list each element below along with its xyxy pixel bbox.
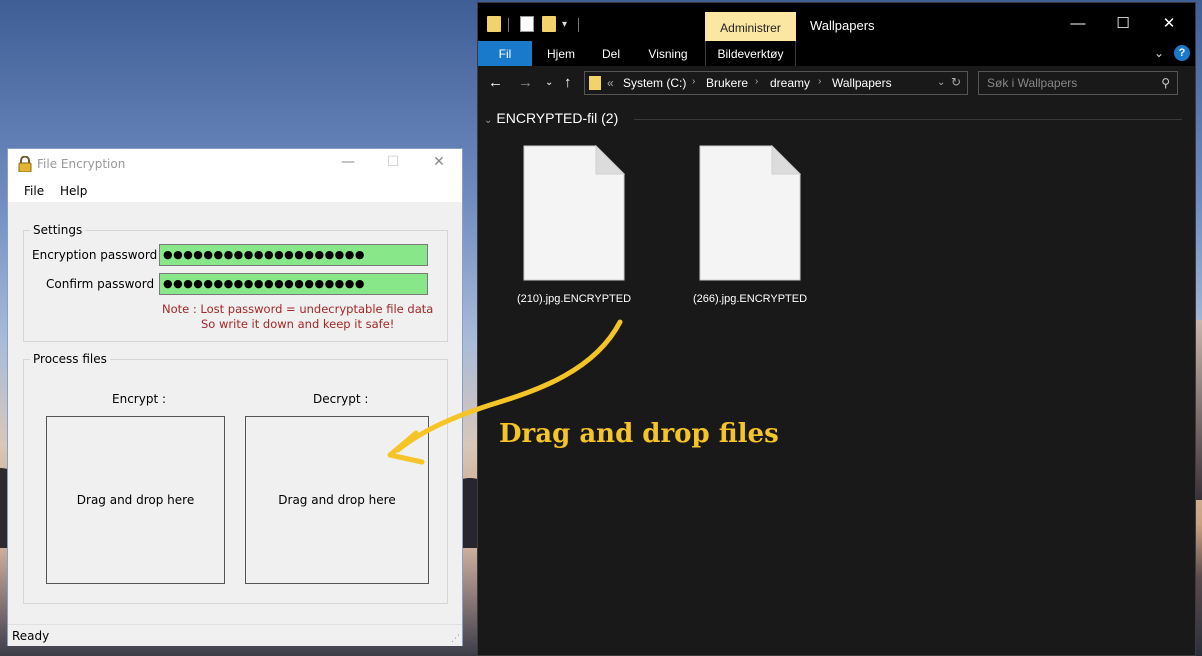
encrypt-drop-zone[interactable]: Drag and drop here — [46, 416, 225, 584]
warning-note-line1: Note : Lost password = undecryptable fil… — [162, 302, 434, 316]
menu-help[interactable]: Help — [60, 184, 87, 198]
address-row: ← → ⌄ ↑ « System (C:) › Brukere › dreamy… — [478, 66, 1195, 100]
maximize-icon[interactable]: ☐ — [1108, 13, 1138, 37]
file-item[interactable]: (210).jpg.ENCRYPTED — [504, 145, 644, 305]
breadcrumb-system[interactable]: System (C:) — [623, 76, 686, 90]
search-placeholder: Søk i Wallpapers — [987, 76, 1078, 90]
explorer-titlebar[interactable]: ▾ Administrer Wallpapers — ☐ ✕ — [478, 3, 1195, 41]
close-icon[interactable]: ✕ — [1154, 13, 1184, 37]
file-name: (266).jpg.ENCRYPTED — [692, 293, 808, 305]
resize-grip-icon[interactable]: ⋰ — [451, 634, 460, 644]
tab-administrer[interactable]: Administrer — [705, 12, 796, 41]
help-icon[interactable]: ? — [1174, 45, 1190, 61]
file-encryption-window: File Encryption — ☐ ✕ File Help Settings… — [7, 148, 463, 646]
ribbon-tabs: Fil Hjem Del Visning Bildeverktøy ⌄ ? — [478, 41, 1195, 66]
chevron-right-icon[interactable]: › — [755, 76, 758, 87]
tab-bildeverktoy[interactable]: Bildeverktøy — [705, 41, 796, 66]
close-icon[interactable]: ✕ — [424, 154, 454, 170]
chevron-down-icon[interactable]: ⌄ — [484, 115, 492, 126]
file-item[interactable]: (266).jpg.ENCRYPTED — [680, 145, 820, 305]
lock-icon — [18, 156, 32, 172]
process-files-legend: Process files — [30, 352, 110, 366]
document-icon — [699, 145, 801, 281]
breadcrumb-wallpapers[interactable]: Wallpapers — [832, 76, 892, 90]
folder-icon — [589, 76, 601, 90]
new-folder-icon[interactable] — [542, 16, 556, 32]
encryption-password-field[interactable]: ●●●●●●●●●●●●●●●●●●●● — [159, 244, 428, 266]
decrypt-drop-zone[interactable]: Drag and drop here — [245, 416, 429, 584]
annotation-text: Drag and drop files — [499, 419, 779, 449]
breadcrumb-brukere[interactable]: Brukere — [706, 76, 748, 90]
menu-bar: File Help — [8, 180, 462, 202]
toolbar-separator — [578, 18, 579, 32]
status-bar: Ready ⋰ — [8, 624, 462, 646]
properties-icon[interactable] — [520, 16, 534, 32]
confirm-password-label: Confirm password : — [46, 277, 162, 291]
window-title: Wallpapers — [810, 18, 875, 33]
search-input[interactable]: Søk i Wallpapers ⚲ — [978, 71, 1178, 95]
chevron-right-icon[interactable]: › — [818, 76, 821, 87]
recent-locations-icon[interactable]: ⌄ — [545, 77, 553, 88]
group-title: ENCRYPTED-fil (2) — [496, 110, 619, 126]
decrypt-label: Decrypt : — [313, 392, 369, 406]
group-divider — [634, 119, 1182, 120]
address-bar[interactable]: « System (C:) › Brukere › dreamy › Wallp… — [584, 71, 968, 95]
forward-icon[interactable]: → — [518, 74, 533, 91]
customize-toolbar-icon[interactable]: ▾ — [562, 19, 567, 30]
explorer-window: ▾ Administrer Wallpapers — ☐ ✕ Fil Hjem … — [477, 2, 1196, 656]
group-header[interactable]: ⌄ ENCRYPTED-fil (2) — [484, 110, 618, 126]
tab-fil[interactable]: Fil — [478, 41, 532, 66]
settings-group: Settings Encryption password : ●●●●●●●●●… — [23, 223, 448, 342]
minimize-icon[interactable]: — — [333, 154, 363, 170]
breadcrumb-dreamy[interactable]: dreamy — [770, 76, 810, 90]
tab-visning[interactable]: Visning — [641, 41, 695, 66]
tab-hjem[interactable]: Hjem — [541, 41, 581, 66]
toolbar-separator — [508, 18, 509, 32]
breadcrumb-overflow[interactable]: « — [607, 76, 614, 90]
process-files-group: Process files Encrypt : Decrypt : Drag a… — [23, 352, 448, 604]
chevron-down-icon[interactable]: ⌄ — [937, 77, 945, 88]
maximize-icon[interactable]: ☐ — [378, 154, 408, 170]
chevron-down-icon[interactable]: ⌄ — [1154, 46, 1164, 60]
status-text: Ready — [12, 629, 50, 643]
encryption-password-label: Encryption password : — [32, 248, 166, 262]
encrypt-label: Encrypt : — [112, 392, 166, 406]
minimize-icon[interactable]: — — [1063, 13, 1093, 37]
confirm-password-field[interactable]: ●●●●●●●●●●●●●●●●●●●● — [159, 273, 428, 295]
tab-del[interactable]: Del — [596, 41, 626, 66]
decrypt-drop-text: Drag and drop here — [278, 493, 396, 507]
folder-icon[interactable] — [487, 16, 501, 32]
warning-note-line2: So write it down and keep it safe! — [201, 317, 395, 331]
app-titlebar[interactable]: File Encryption — ☐ ✕ — [8, 149, 462, 180]
file-name: (210).jpg.ENCRYPTED — [516, 293, 632, 305]
back-icon[interactable]: ← — [488, 74, 503, 91]
refresh-icon[interactable]: ↻ — [951, 75, 961, 89]
up-icon[interactable]: ↑ — [564, 74, 572, 91]
encrypt-drop-text: Drag and drop here — [76, 493, 195, 507]
search-icon: ⚲ — [1161, 76, 1170, 90]
document-icon — [523, 145, 625, 281]
menu-file[interactable]: File — [24, 184, 44, 198]
window-title: File Encryption — [37, 157, 126, 171]
settings-legend: Settings — [30, 223, 86, 237]
chevron-right-icon[interactable]: › — [692, 76, 695, 87]
